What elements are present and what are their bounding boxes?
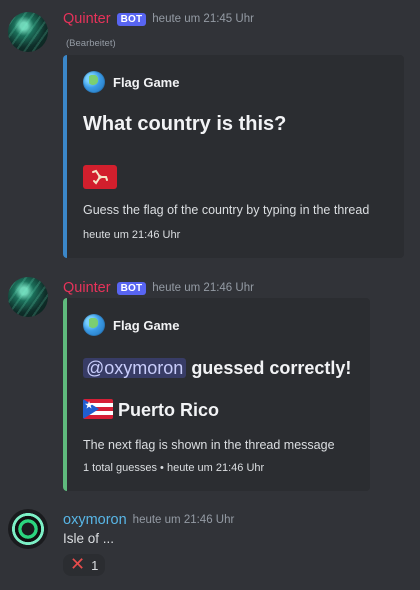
cross-mark-icon: ✕ <box>70 554 86 575</box>
message-2: Quinter BOT heute um 21:46 Uhr Flag Game… <box>0 277 420 497</box>
globe-icon <box>83 314 105 336</box>
puerto-rico-flag-icon <box>83 399 113 419</box>
embed-title: @oxymoron guessed correctly! <box>83 358 351 379</box>
message-content: Isle of ... <box>63 531 115 546</box>
isle-of-man-flag-icon <box>83 165 117 189</box>
embed-description: The next flag is shown in the thread mes… <box>83 438 335 452</box>
embed-description: Guess the flag of the country by typing … <box>83 203 370 217</box>
embed-footer: 1 total guesses • heute um 21:46 Uhr <box>83 462 265 474</box>
timestamp[interactable]: heute um 21:46 Uhr <box>152 282 254 294</box>
embed-author: Flag Game <box>83 314 179 336</box>
author-name[interactable]: Quinter <box>63 11 111 27</box>
embed-author-name: Flag Game <box>113 317 180 333</box>
embed-flag-result: Flag Game @oxymoron guessed correctly! P… <box>63 298 370 491</box>
timestamp[interactable]: heute um 21:45 Uhr <box>152 13 254 25</box>
message-3: oxymoron heute um 21:46 Uhr Isle of ... … <box>0 509 420 589</box>
user-mention[interactable]: @oxymoron <box>83 358 187 378</box>
bot-badge: BOT <box>116 281 147 295</box>
author-name[interactable]: Quinter <box>63 280 111 296</box>
embed-footer: heute um 21:46 Uhr <box>83 229 181 241</box>
message-header: oxymoron heute um 21:46 Uhr <box>63 509 234 531</box>
country-name: Puerto Rico <box>118 400 220 420</box>
message-header: Quinter BOT heute um 21:46 Uhr <box>63 277 254 299</box>
author-name[interactable]: oxymoron <box>63 512 127 528</box>
reaction-cross-mark[interactable]: ✕ 1 <box>63 554 106 576</box>
quinter-avatar[interactable] <box>8 12 48 52</box>
embed-author: Flag Game <box>83 71 179 93</box>
globe-icon <box>83 71 105 93</box>
bot-badge: BOT <box>116 12 147 26</box>
oxymoron-avatar[interactable] <box>8 509 48 549</box>
reaction-count: 1 <box>91 557 99 573</box>
embed-author-name: Flag Game <box>113 74 180 90</box>
title-rest: guessed correctly! <box>186 358 352 378</box>
embed-flag-question: Flag Game What country is this? Guess th… <box>63 55 404 258</box>
country-heading: Puerto Rico <box>83 399 219 421</box>
message-header: Quinter BOT heute um 21:45 Uhr <box>63 8 254 30</box>
quinter-avatar[interactable] <box>8 277 48 317</box>
edited-label: (Bearbeitet) <box>66 38 116 49</box>
embed-title: What country is this? <box>83 113 287 135</box>
message-1: Quinter BOT heute um 21:45 Uhr (Bearbeit… <box>0 8 420 263</box>
timestamp[interactable]: heute um 21:46 Uhr <box>133 514 235 526</box>
